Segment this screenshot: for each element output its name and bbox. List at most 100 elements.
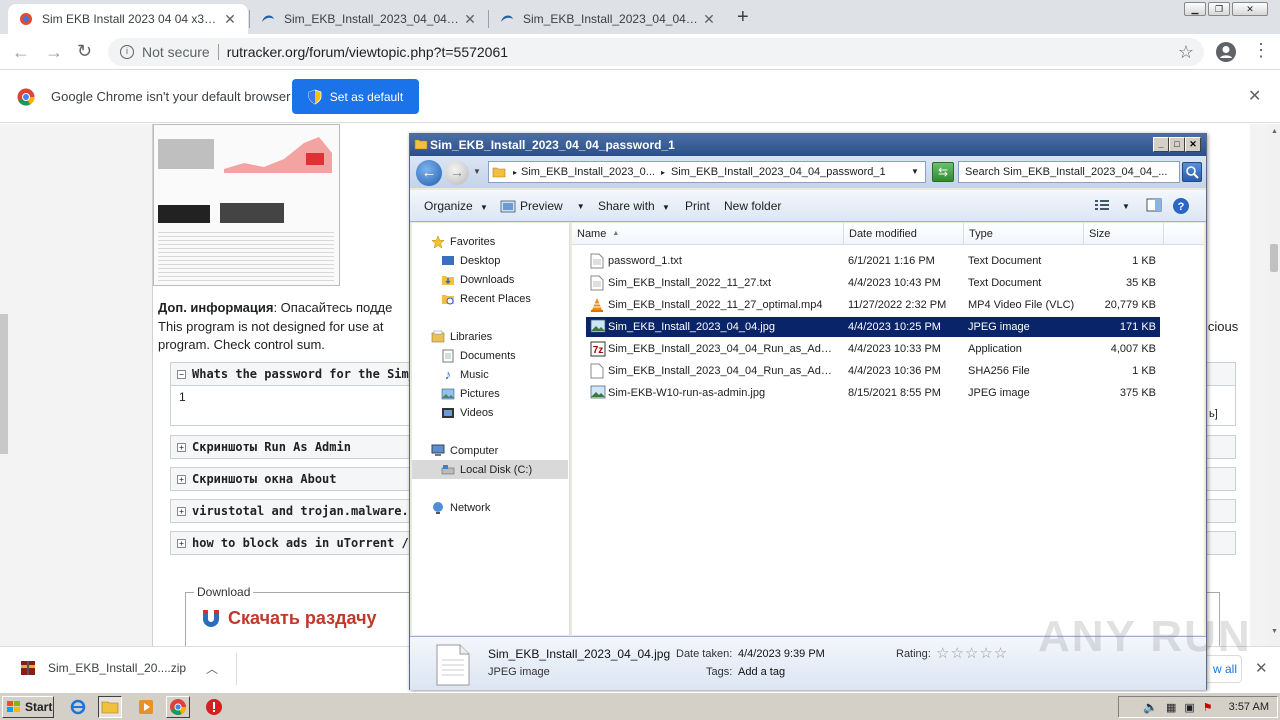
search-icon[interactable] — [1182, 162, 1202, 182]
details-filetype: JPEG image — [488, 666, 550, 678]
share-with-menu[interactable]: Share with ▼ — [598, 199, 670, 213]
recent-pages-chevron-icon[interactable]: ▼ — [473, 167, 481, 176]
explorer-command-bar: Organize ▼ Preview ▼ Share with ▼ Print … — [410, 190, 1206, 222]
column-header-name[interactable]: Name ▲ — [572, 223, 844, 245]
tab-title: Sim EKB Install 2023 04 04 x32 [2023 — [42, 12, 222, 26]
page-scrollbar[interactable]: ▲ ▼ — [1268, 124, 1280, 646]
side-handle[interactable] — [0, 314, 8, 454]
minimize-button[interactable]: ▁ — [1184, 2, 1206, 16]
download-options-chevron-icon[interactable]: ︿ — [206, 660, 218, 677]
set-default-button[interactable]: Set as default — [292, 79, 419, 114]
url-text[interactable]: rutracker.org/forum/viewtopic.php?t=5572… — [227, 44, 508, 60]
tab-3[interactable]: Sim_EKB_Install_2023_04_04_passw ✕ — [489, 4, 727, 34]
new-tab-button[interactable]: + — [737, 6, 749, 29]
nav-libraries[interactable]: Libraries — [430, 327, 586, 346]
address-bar[interactable]: i Not secure rutracker.org/forum/viewtop… — [108, 38, 1204, 66]
scroll-up-icon[interactable]: ▲ — [1271, 128, 1278, 135]
reload-icon[interactable]: ↻ — [77, 41, 92, 62]
music-icon: ♪ — [444, 367, 452, 382]
breadcrumb-item[interactable]: Sim_EKB_Install_2023_0... — [521, 166, 655, 178]
file-date: 4/4/2023 10:36 PM — [848, 365, 941, 377]
column-header-size[interactable]: Size — [1084, 223, 1164, 245]
view-options-icon[interactable] — [1094, 198, 1110, 212]
explorer-maximize-button[interactable]: □ — [1169, 137, 1185, 152]
file-row[interactable]: Sim_EKB_Install_2022_11_27.txt 4/4/2023 1… — [586, 273, 1160, 293]
network-icon — [430, 501, 446, 515]
tray-icon-4[interactable]: ⚑ — [1203, 701, 1213, 714]
nav-network[interactable]: Network — [430, 498, 586, 517]
preview-menu[interactable]: Preview ▼ — [500, 199, 585, 213]
explorer-titlebar[interactable]: Sim_EKB_Install_2023_04_04_password_1 _ … — [410, 134, 1206, 156]
file-row[interactable]: Sim_EKB_Install_2023_04_04.jpg 4/4/2023 1… — [586, 317, 1160, 337]
folder-icon — [414, 137, 428, 151]
chrome-logo-icon — [17, 88, 35, 106]
screenshot-thumbnail[interactable] — [153, 124, 340, 286]
nav-favorites[interactable]: Favorites — [430, 232, 586, 251]
scroll-thumb[interactable] — [1270, 244, 1278, 272]
explorer-window[interactable]: Sim_EKB_Install_2023_04_04_password_1 _ … — [409, 133, 1207, 690]
nav-local-disk[interactable]: Local Disk (C:) — [412, 460, 568, 479]
file-name: password_1.txt — [608, 255, 682, 267]
spoiler-title: Whats the password for the Sim_E — [192, 367, 424, 381]
explorer-back-icon[interactable]: ← — [416, 160, 442, 186]
shield-icon — [308, 89, 322, 105]
preview-pane-icon[interactable] — [1146, 198, 1162, 212]
clock[interactable]: 3:57 AM — [1229, 701, 1269, 713]
file-row[interactable]: Sim_EKB_Install_2023_04_04_Run_as_Admi..… — [586, 361, 1160, 381]
print-button[interactable]: Print — [685, 199, 710, 213]
star-icon — [430, 234, 446, 249]
tags-label: Tags: — [706, 666, 733, 678]
profile-avatar-icon[interactable] — [1216, 42, 1236, 62]
close-infobar-icon[interactable]: ✕ — [1248, 86, 1261, 106]
explorer-forward-icon[interactable]: → — [445, 161, 469, 185]
organize-menu[interactable]: Organize ▼ — [424, 199, 488, 213]
info-icon[interactable]: i — [120, 45, 134, 59]
refresh-icon[interactable]: ⇆ — [932, 162, 954, 182]
breadcrumb-dropdown-icon[interactable]: ▼ — [911, 167, 919, 176]
column-header-type[interactable]: Type — [964, 223, 1084, 245]
tray-icon-3[interactable]: ▣ — [1184, 701, 1194, 714]
default-browser-infobar: Google Chrome isn't your default browser… — [0, 71, 1280, 123]
menu-kebab-icon[interactable]: ⋮ — [1252, 40, 1270, 61]
explorer-minimize-button[interactable]: _ — [1153, 137, 1169, 152]
explorer-search-input[interactable]: Search Sim_EKB_Install_2023_04_04_... — [958, 161, 1180, 183]
file-row[interactable]: password_1.txt 6/1/2021 1:16 PM Text Docum… — [586, 251, 1160, 271]
rating-stars[interactable]: ☆☆☆☆☆ — [936, 644, 1008, 662]
bookmark-star-icon[interactable]: ☆ — [1178, 42, 1194, 63]
explorer-close-button[interactable]: ✕ — [1185, 137, 1201, 152]
tab-2[interactable]: Sim_EKB_Install_2023_04_04_passw ✕ — [250, 4, 488, 34]
close-tab-icon[interactable]: ✕ — [462, 11, 478, 28]
start-button[interactable]: Start — [2, 696, 54, 718]
close-shelf-icon[interactable]: ✕ — [1255, 659, 1268, 677]
back-icon[interactable]: ← — [12, 42, 30, 63]
close-window-button[interactable]: ✕ — [1232, 2, 1268, 16]
maximize-button[interactable]: ❐ — [1208, 2, 1230, 16]
download-filename[interactable]: Sim_EKB_Install_20....zip — [48, 661, 186, 675]
file-row[interactable]: 7z Sim_EKB_Install_2023_04_04_Run_as_Admi… — [586, 339, 1160, 359]
help-icon[interactable]: ? — [1172, 197, 1190, 215]
download-link[interactable]: Скачать раздачу — [200, 607, 377, 629]
explorer-taskbar-icon[interactable] — [98, 696, 122, 718]
alert-app-icon[interactable] — [202, 696, 226, 718]
forward-icon[interactable]: → — [45, 42, 63, 63]
volume-icon[interactable]: 🔈 — [1143, 700, 1158, 714]
chrome-taskbar-icon[interactable] — [166, 696, 190, 718]
view-dropdown-icon[interactable]: ▼ — [1122, 202, 1130, 211]
column-header-date[interactable]: Date modified — [844, 223, 964, 245]
close-tab-icon[interactable]: ✕ — [222, 11, 238, 28]
system-tray: 🔈 ▦ ▣ ⚑ 3:57 AM — [1118, 696, 1278, 718]
close-tab-icon[interactable]: ✕ — [701, 11, 717, 28]
file-row[interactable]: Sim_EKB_Install_2022_11_27_optimal.mp4 11… — [586, 295, 1160, 315]
new-folder-button[interactable]: New folder — [724, 199, 781, 213]
breadcrumb-item[interactable]: Sim_EKB_Install_2023_04_04_password_1 — [671, 166, 886, 178]
tab-1[interactable]: Sim EKB Install 2023 04 04 x32 [2023 ✕ — [8, 4, 248, 34]
file-row[interactable]: Sim-EKB-W10-run-as-admin.jpg 8/15/2021 8:… — [586, 383, 1160, 403]
nav-computer[interactable]: Computer — [430, 441, 586, 460]
breadcrumb[interactable]: ▸ Sim_EKB_Install_2023_0... ▸ Sim_EKB_In… — [488, 161, 926, 183]
start-label: Start — [25, 700, 53, 714]
scroll-down-icon[interactable]: ▼ — [1271, 628, 1278, 635]
network-tray-icon[interactable]: ▦ — [1166, 701, 1176, 714]
ie-icon[interactable] — [66, 696, 90, 718]
media-player-icon[interactable] — [134, 696, 158, 718]
tags-value[interactable]: Add a tag — [738, 666, 785, 678]
